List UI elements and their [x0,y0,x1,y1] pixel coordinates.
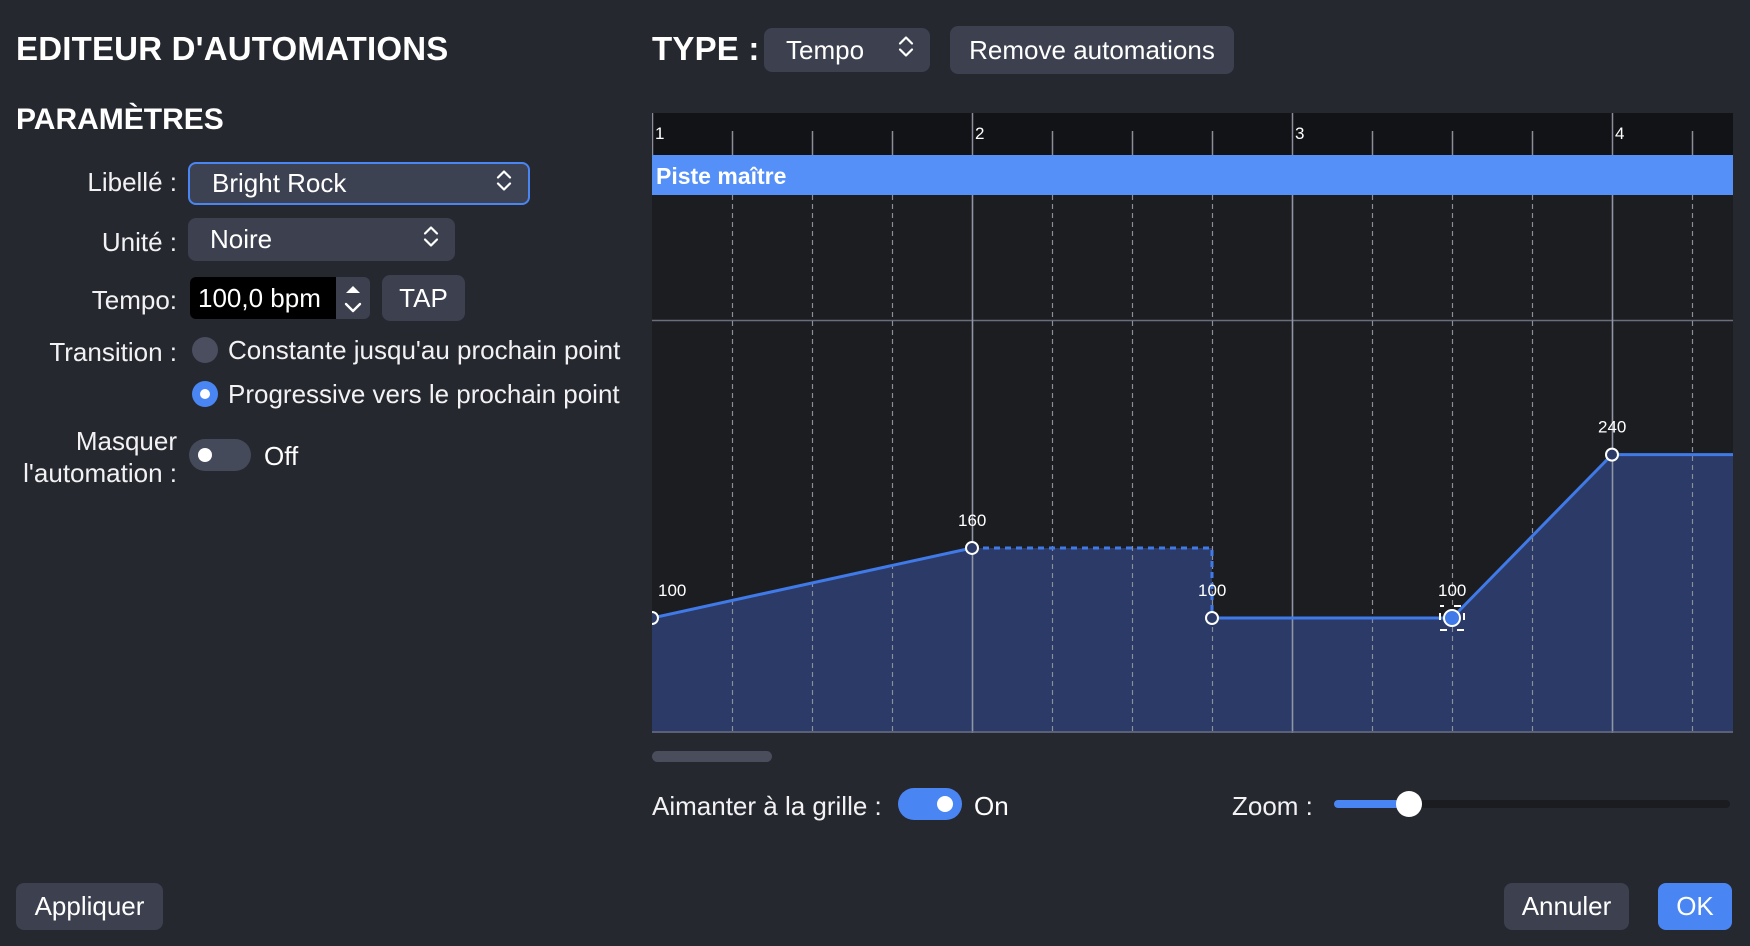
automation-point-selected [1443,609,1461,627]
hide-automation-label: Masquer l'automation : [23,425,177,489]
transition-constant-text: Constante jusqu'au prochain point [228,335,621,365]
unit-field-label: Unité : [101,227,177,257]
timeline-scrollbar[interactable] [652,751,772,762]
type-label: TYPE : [652,30,760,67]
ruler-background [652,113,1733,155]
snap-state: On [974,791,1009,821]
tempo-stepper[interactable] [336,277,370,319]
automation-point-label: 100 [1438,581,1466,600]
tempo-field-label: Tempo: [91,285,177,315]
transition-label: Transition : [49,337,177,367]
snap-toggle[interactable] [898,788,962,820]
label-field-label: Libellé : [87,167,177,197]
ruler-bar-number: 3 [1295,124,1304,143]
timeline-ruler: 1 2 3 4 [652,113,1733,155]
automation-point [1605,447,1619,462]
automation-point-label: 100 [1198,581,1226,600]
track-name: Piste maître [656,163,786,189]
transition-progressive-radio[interactable] [192,381,218,407]
hide-automation-toggle[interactable] [189,439,251,471]
chevron-up-down-icon [898,34,914,67]
ruler-bar-number: 2 [975,124,984,143]
chevron-up-down-icon [423,223,439,256]
automation-point-label: 240 [1598,418,1626,437]
tap-button[interactable]: TAP [382,275,465,321]
ruler-bar-number: 4 [1615,124,1624,143]
automation-point [1205,611,1219,625]
timeline-grid [652,195,1733,733]
tempo-input[interactable]: 100,0 bpm [190,277,336,319]
zoom-slider[interactable] [1334,791,1730,817]
type-select[interactable]: Tempo [764,28,930,72]
transition-constant-radio[interactable] [192,337,218,363]
transition-progressive-text: Progressive vers le prochain point [228,379,620,409]
chevron-up-down-icon [496,167,512,200]
params-title: PARAMÈTRES [16,103,224,136]
apply-button[interactable]: Appliquer [16,883,163,930]
hide-automation-state: Off [264,441,299,471]
zoom-slider-handle[interactable] [1396,791,1423,817]
ruler-bar-number: 1 [655,124,664,143]
automation-point-label: 160 [958,511,986,530]
automation-timeline[interactable]: 1 2 3 4 Piste maître 100 160 100 100 240 [652,113,1733,733]
hide-automation-label-line2: l'automation : [23,458,177,488]
automation-point-label: 100 [658,581,686,600]
ok-button[interactable]: OK [1658,883,1732,930]
stepper-arrows-icon [344,286,362,313]
zoom-label: Zoom : [1232,791,1313,821]
remove-automations-button[interactable]: Remove automations [950,26,1234,74]
automation-point [965,540,979,555]
cancel-button[interactable]: Annuler [1504,883,1629,930]
snap-label: Aimanter à la grille : [652,791,882,821]
type-select-value: Tempo [786,34,865,65]
unit-select-value: Noire [210,224,273,254]
hide-automation-label-line1: Masquer [75,426,177,456]
editor-title: EDITEUR D'AUTOMATIONS [16,30,449,67]
label-select-value: Bright Rock [212,168,347,198]
label-select[interactable]: Bright Rock [188,162,530,205]
automation-point [652,611,659,625]
track-header-bar [652,155,1733,195]
unit-select[interactable]: Noire [188,218,455,261]
